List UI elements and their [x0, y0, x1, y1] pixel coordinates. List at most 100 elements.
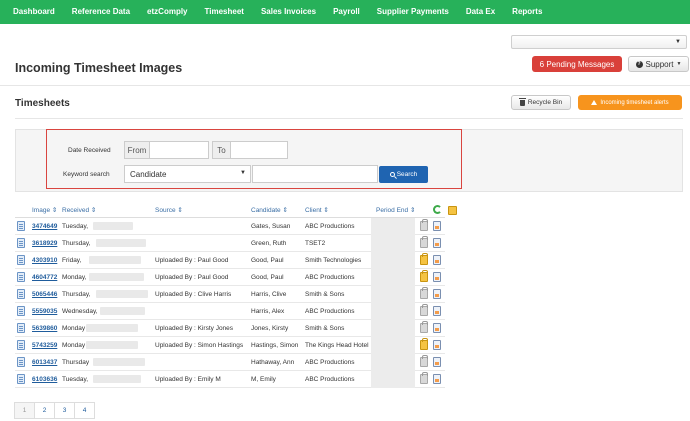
col-header-client[interactable]: Client ⇕	[305, 206, 329, 214]
page-2-button[interactable]: 2	[34, 402, 55, 419]
lock-icon[interactable]	[420, 253, 428, 265]
image-link[interactable]: 4604772	[32, 274, 57, 281]
file-icon[interactable]	[433, 340, 441, 350]
image-link[interactable]: 3618929	[32, 240, 57, 247]
keyword-input[interactable]	[252, 165, 378, 183]
support-button[interactable]: ? Support ▼	[628, 56, 689, 72]
document-icon[interactable]	[17, 272, 25, 282]
search-button[interactable]: Search	[379, 166, 428, 183]
source-cell: Uploaded By : Emily M	[155, 376, 221, 383]
image-link[interactable]: 6103636	[32, 376, 57, 383]
client-cell: ABC Productions	[305, 274, 355, 281]
file-icon[interactable]	[433, 323, 441, 333]
image-link[interactable]: 5639860	[32, 325, 57, 332]
lock-all-icon[interactable]	[448, 206, 457, 215]
keyword-field-select[interactable]: Candidate ▼	[124, 165, 251, 183]
file-icon[interactable]	[433, 306, 441, 316]
document-icon[interactable]	[17, 323, 25, 333]
table-row: 6013437 Thursday Hathaway, Ann ABC Producti…	[15, 354, 445, 371]
document-icon[interactable]	[17, 221, 25, 231]
file-icon[interactable]	[433, 272, 441, 282]
pending-messages-button[interactable]: 6 Pending Messages	[532, 56, 622, 72]
nav-item-supplier-payments[interactable]: Supplier Payments	[364, 0, 449, 24]
file-icon[interactable]	[433, 255, 441, 265]
nav-item-etzcomply[interactable]: etzComply	[134, 0, 187, 24]
received-cell: Monday	[62, 342, 86, 349]
lock-icon[interactable]	[420, 219, 428, 231]
candidate-cell: Hastings, Simon	[251, 342, 299, 349]
file-icon[interactable]	[433, 357, 441, 367]
candidate-cell: Hathaway, Ann	[251, 359, 295, 366]
timesheet-alerts-button[interactable]: Incoming timesheet alerts	[578, 95, 682, 110]
file-icon[interactable]	[433, 289, 441, 299]
lock-icon[interactable]	[420, 270, 428, 282]
col-header-received[interactable]: Received ⇕	[62, 206, 96, 214]
document-icon[interactable]	[17, 255, 25, 265]
redacted-period-end	[371, 320, 415, 337]
client-cell: Smith Technologies	[305, 257, 362, 264]
file-icon[interactable]	[433, 238, 441, 248]
image-link[interactable]: 4303910	[32, 257, 57, 264]
lock-icon[interactable]	[420, 321, 428, 333]
redacted-date	[89, 256, 142, 264]
date-to-input[interactable]	[230, 141, 288, 159]
image-link[interactable]: 3474649	[32, 223, 57, 230]
table-row: 4303910 Friday, Uploaded By : Paul Good Goo…	[15, 252, 445, 269]
document-icon[interactable]	[17, 340, 25, 350]
image-link[interactable]: 6013437	[32, 359, 57, 366]
image-link[interactable]: 5743259	[32, 342, 57, 349]
refresh-icon[interactable]	[433, 205, 442, 214]
table-row: 3474649 Tuesday, Gates, Susan ABC Productio…	[15, 218, 445, 235]
page-4-button[interactable]: 4	[74, 402, 95, 419]
account-select[interactable]: ▼	[511, 35, 687, 49]
redacted-date	[92, 222, 133, 230]
nav-item-payroll[interactable]: Payroll	[320, 0, 360, 24]
redacted-date	[92, 375, 141, 383]
nav-item-dashboard[interactable]: Dashboard	[0, 0, 55, 24]
nav-item-sales-invoices[interactable]: Sales Invoices	[248, 0, 316, 24]
lock-icon[interactable]	[420, 338, 428, 350]
lock-icon[interactable]	[420, 355, 428, 367]
nav-item-timesheet[interactable]: Timesheet	[192, 0, 244, 24]
divider	[0, 85, 690, 86]
question-icon: ?	[635, 60, 643, 68]
col-header-image[interactable]: Image ⇕	[32, 206, 57, 214]
col-header-period-end[interactable]: Period End ⇕	[376, 206, 415, 214]
client-cell: Smith & Sons	[305, 325, 345, 332]
document-icon[interactable]	[17, 289, 25, 299]
page-3-button[interactable]: 3	[54, 402, 75, 419]
lock-icon[interactable]	[420, 372, 428, 384]
nav-item-reference-data[interactable]: Reference Data	[59, 0, 130, 24]
client-cell: ABC Productions	[305, 308, 355, 315]
lock-icon[interactable]	[420, 287, 428, 299]
document-icon[interactable]	[17, 306, 25, 316]
page-1-button[interactable]: 1	[14, 402, 35, 419]
document-icon[interactable]	[17, 357, 25, 367]
redacted-date	[85, 324, 138, 332]
date-from-input[interactable]	[149, 141, 209, 159]
col-header-source[interactable]: Source ⇕	[155, 206, 183, 214]
candidate-cell: Good, Paul	[251, 274, 284, 281]
candidate-cell: Green, Ruth	[251, 240, 287, 247]
file-icon[interactable]	[433, 374, 441, 384]
table-row: 5743259 Monday Uploaded By : Simon Hasting…	[15, 337, 445, 354]
search-label: Search	[396, 171, 418, 178]
source-cell: Uploaded By : Clive Harris	[155, 291, 232, 298]
document-icon[interactable]	[17, 374, 25, 384]
lock-icon[interactable]	[420, 304, 428, 316]
table-row: 3618929 Thursday, Green, Ruth TSET2	[15, 235, 445, 252]
recycle-bin-button[interactable]: Recycle Bin	[511, 95, 571, 110]
pagination: 1234	[14, 402, 95, 419]
received-cell: Thursday,	[62, 291, 91, 298]
redacted-date	[92, 358, 145, 366]
nav-item-data-ex[interactable]: Data Ex	[453, 0, 495, 24]
col-header-candidate[interactable]: Candidate ⇕	[251, 206, 288, 214]
client-cell: The Kings Head Hotel	[305, 342, 369, 349]
file-icon[interactable]	[433, 221, 441, 231]
lock-icon[interactable]	[420, 236, 428, 248]
image-link[interactable]: 5559035	[32, 308, 57, 315]
nav-item-reports[interactable]: Reports	[499, 0, 542, 24]
client-cell: ABC Productions	[305, 359, 355, 366]
image-link[interactable]: 5065446	[32, 291, 57, 298]
document-icon[interactable]	[17, 238, 25, 248]
